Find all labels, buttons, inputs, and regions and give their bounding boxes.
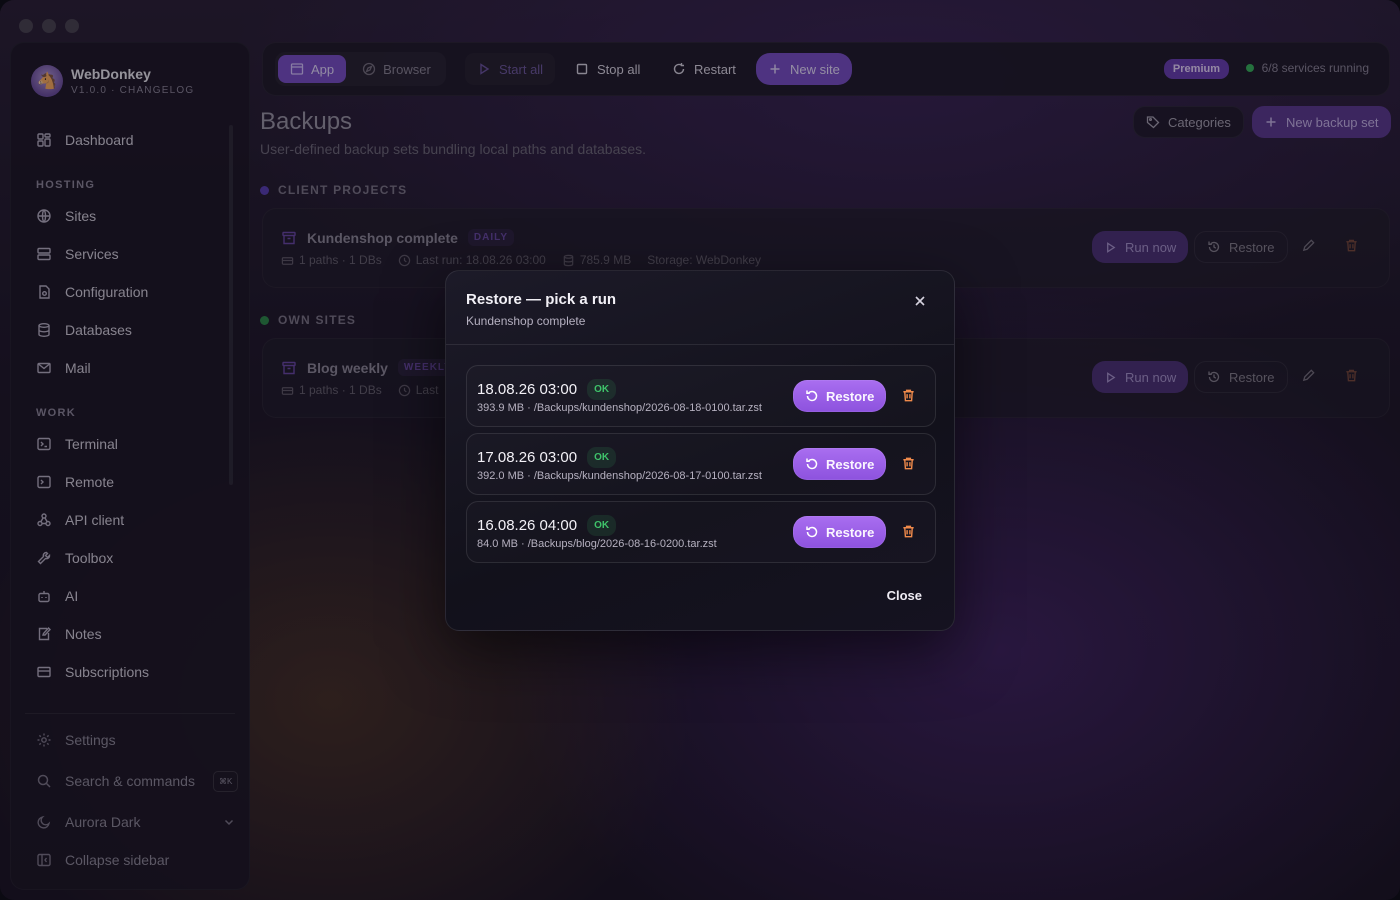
rotate-ccw-icon — [805, 389, 819, 403]
run-meta: 392.0 MB · /Backups/kundenshop/2026-08-1… — [477, 470, 762, 482]
restore-run-button[interactable]: Restore — [793, 516, 887, 548]
backup-run-row: 16.08.26 04:00 OK 84.0 MB · /Backups/blo… — [466, 501, 936, 563]
status-badge: OK — [587, 447, 617, 468]
restore-run-button[interactable]: Restore — [793, 380, 887, 412]
run-date-row: 18.08.26 03:00 OK — [477, 379, 617, 400]
modal-title: Restore — pick a run — [466, 291, 617, 308]
run-date: 18.08.26 03:00 — [477, 381, 578, 398]
modal-subtitle: Kundenshop complete — [466, 314, 586, 328]
run-meta: 393.9 MB · /Backups/kundenshop/2026-08-1… — [477, 402, 762, 414]
trash-icon[interactable] — [901, 456, 916, 471]
run-date: 16.08.26 04:00 — [477, 517, 578, 534]
status-badge: OK — [587, 379, 617, 400]
modal-divider — [446, 344, 954, 345]
restore-run-label: Restore — [826, 524, 875, 540]
restore-run-label: Restore — [826, 456, 875, 472]
restore-run-label: Restore — [826, 388, 875, 404]
run-meta: 84.0 MB · /Backups/blog/2026-08-16-0200.… — [477, 538, 717, 550]
backup-run-row: 18.08.26 03:00 OK 393.9 MB · /Backups/ku… — [466, 365, 936, 427]
trash-icon[interactable] — [901, 524, 916, 539]
run-date: 17.08.26 03:00 — [477, 449, 578, 466]
status-badge: OK — [587, 515, 617, 536]
run-date-row: 17.08.26 03:00 OK — [477, 447, 617, 468]
close-icon[interactable] — [912, 293, 928, 309]
trash-icon[interactable] — [901, 388, 916, 403]
rotate-ccw-icon — [805, 525, 819, 539]
rotate-ccw-icon — [805, 457, 819, 471]
restore-modal: Restore — pick a run Kundenshop complete… — [445, 270, 955, 631]
app-window: 🐴 WebDonkey V1.0.0 · CHANGELOG Dashboard… — [0, 0, 1400, 900]
restore-run-button[interactable]: Restore — [793, 448, 887, 480]
close-button[interactable]: Close — [887, 588, 922, 603]
run-date-row: 16.08.26 04:00 OK — [477, 515, 617, 536]
backup-run-row: 17.08.26 03:00 OK 392.0 MB · /Backups/ku… — [466, 433, 936, 495]
